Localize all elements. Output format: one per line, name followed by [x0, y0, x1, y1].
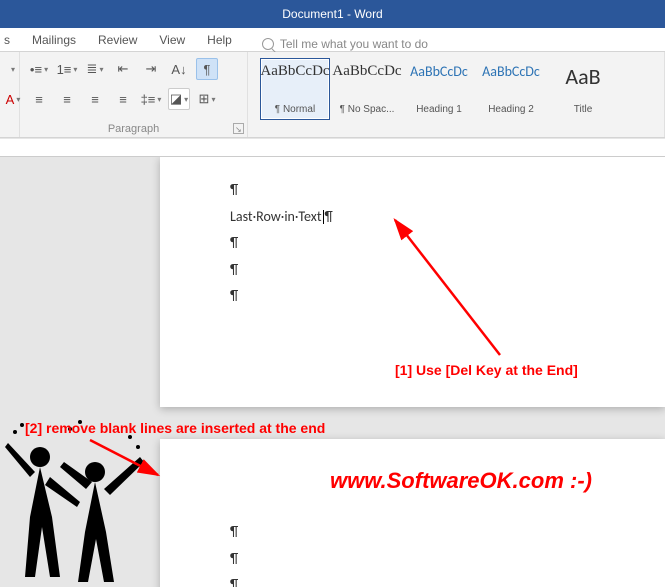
tab-help[interactable]: Help: [205, 29, 234, 51]
style-normal[interactable]: AaBbCcDc ¶ Normal: [260, 58, 330, 120]
paragraph-mark: ¶: [230, 283, 595, 310]
document-body[interactable]: ¶ ¶ ¶: [160, 439, 665, 587]
style-no-spacing[interactable]: AaBbCcDc ¶ No Spac...: [332, 58, 402, 120]
paragraph-mark: ¶: [230, 546, 595, 573]
ribbon-tabs: s Mailings Review View Help Tell me what…: [0, 28, 665, 52]
ribbon-group-paragraph: •≡ 1≡ ≣ ⇤ ⇥ A↓ ¶ ≡ ≡ ≡ ≡ ‡≡ ◪ ⊞ Paragrap…: [20, 52, 248, 137]
annotation-2-text: [2] remove blank lines are inserted at t…: [25, 420, 325, 436]
tell-me-search[interactable]: Tell me what you want to do: [262, 37, 428, 51]
paragraph-mark: ¶: [230, 177, 595, 204]
text-cursor: [323, 210, 324, 224]
style-heading1-label: Heading 1: [407, 104, 471, 115]
paragraph-mark: ¶: [325, 208, 333, 225]
tab-mailings[interactable]: Mailings: [30, 29, 78, 51]
search-icon: [262, 38, 274, 50]
justify-button[interactable]: ≡: [112, 88, 134, 110]
decrease-indent-button[interactable]: ⇤: [112, 58, 134, 80]
tell-me-placeholder: Tell me what you want to do: [280, 37, 428, 51]
style-title[interactable]: AaB Title: [548, 58, 618, 120]
bullets-button[interactable]: •≡: [28, 58, 50, 80]
text-line-last-row: Last·Row·in·Text¶: [230, 204, 595, 231]
horizontal-ruler[interactable]: [0, 139, 665, 157]
line-spacing-button[interactable]: ‡≡: [140, 88, 162, 110]
page-2-top[interactable]: ¶ ¶ ¶: [160, 439, 665, 587]
align-left-button[interactable]: ≡: [28, 88, 50, 110]
paragraph-mark: ¶: [230, 257, 595, 284]
style-nospacing-label: ¶ No Spac...: [335, 104, 399, 115]
tab-cutoff[interactable]: s: [2, 29, 12, 51]
window-title: Document1 - Word: [282, 7, 382, 21]
ribbon-group-font-fragment: A: [0, 52, 20, 137]
style-preview: AaBbCcDc: [260, 63, 329, 80]
style-preview: AaBbCcDc: [332, 63, 401, 80]
style-heading-1[interactable]: AaBbCcDc Heading 1: [404, 58, 474, 120]
decorative-silhouette-illustration: [0, 417, 150, 587]
annotation-url: www.SoftwareOK.com :-): [330, 468, 592, 494]
numbering-button[interactable]: 1≡: [56, 58, 78, 80]
style-preview: AaBbCcDc: [482, 63, 540, 80]
align-right-button[interactable]: ≡: [84, 88, 106, 110]
last-row-text: Last·Row·in·Text: [230, 208, 322, 225]
ribbon: A •≡ 1≡ ≣ ⇤ ⇥ A↓ ¶ ≡ ≡ ≡ ≡ ‡≡ ◪ ⊞ Paragr…: [0, 52, 665, 138]
annotation-1-text: [1] Use [Del Key at the End]: [395, 362, 578, 378]
style-normal-label: ¶ Normal: [263, 104, 327, 115]
style-preview: AaBbCcDc: [410, 63, 468, 80]
show-paragraph-marks-button[interactable]: ¶: [196, 58, 218, 80]
tab-view[interactable]: View: [157, 29, 187, 51]
sort-button[interactable]: A↓: [168, 58, 190, 80]
font-style-dropdown[interactable]: [8, 58, 16, 80]
shading-button[interactable]: ◪: [168, 88, 190, 110]
align-center-button[interactable]: ≡: [56, 88, 78, 110]
document-body[interactable]: ¶ Last·Row·in·Text¶ ¶ ¶ ¶: [160, 157, 665, 330]
style-title-label: Title: [551, 104, 615, 115]
multilevel-list-button[interactable]: ≣: [84, 58, 106, 80]
increase-indent-button[interactable]: ⇥: [140, 58, 162, 80]
borders-button[interactable]: ⊞: [196, 88, 218, 110]
paragraph-mark: ¶: [230, 572, 595, 587]
style-preview: AaB: [565, 63, 600, 90]
style-heading-2[interactable]: AaBbCcDc Heading 2: [476, 58, 546, 120]
title-bar: Document1 - Word: [0, 0, 665, 28]
paragraph-dialog-launcher[interactable]: [233, 123, 244, 134]
style-heading2-label: Heading 2: [479, 104, 543, 115]
font-color-dropdown[interactable]: A: [8, 88, 18, 110]
paragraph-mark: ¶: [230, 519, 595, 546]
paragraph-group-label: Paragraph: [20, 123, 247, 135]
tab-review[interactable]: Review: [96, 29, 139, 51]
paragraph-mark: ¶: [230, 230, 595, 257]
ribbon-group-styles: AaBbCcDc ¶ Normal AaBbCcDc ¶ No Spac... …: [248, 52, 665, 137]
